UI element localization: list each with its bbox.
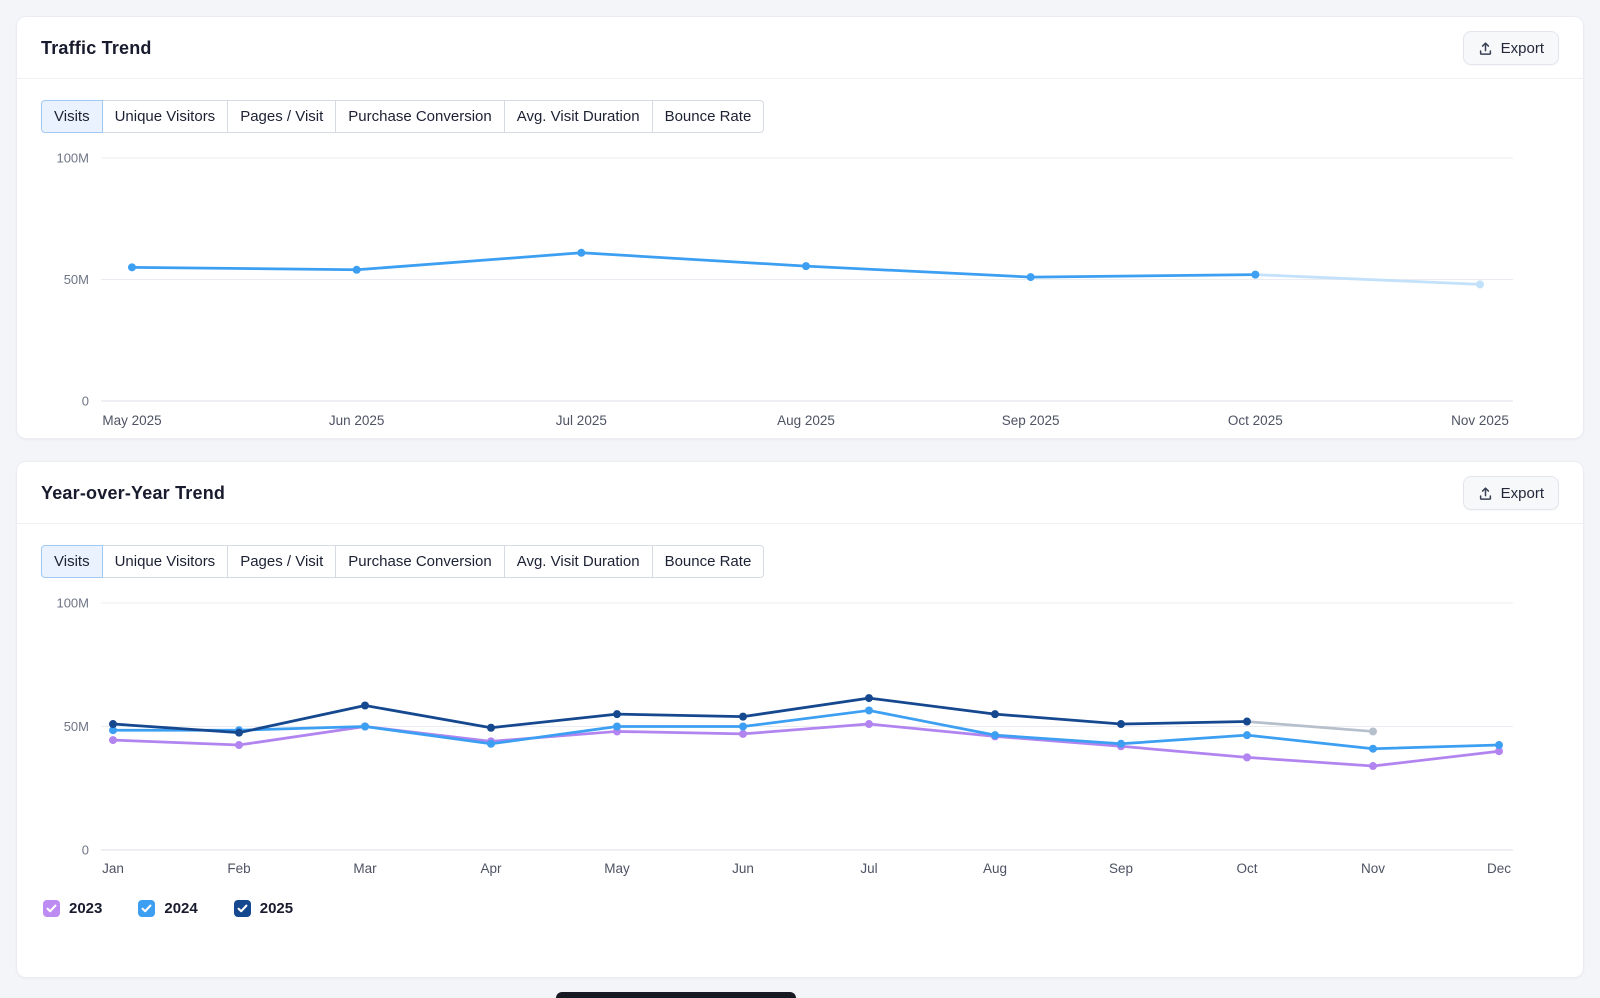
tab-bounce-rate[interactable]: Bounce Rate (652, 100, 765, 133)
svg-text:Nov: Nov (1361, 861, 1385, 876)
bottom-cutoff-overlay (556, 992, 796, 998)
svg-text:100M: 100M (56, 596, 89, 611)
tab-unique-visitors[interactable]: Unique Visitors (102, 545, 229, 578)
svg-text:Dec: Dec (1487, 861, 1511, 876)
svg-text:Jul: Jul (860, 861, 877, 876)
svg-text:May: May (604, 861, 630, 876)
svg-text:Sep 2025: Sep 2025 (1002, 413, 1060, 428)
legend-label: 2023 (69, 900, 102, 917)
svg-text:Sep: Sep (1109, 861, 1133, 876)
svg-text:Feb: Feb (227, 861, 250, 876)
export-button-traffic[interactable]: Export (1463, 31, 1559, 65)
svg-text:Aug: Aug (983, 861, 1007, 876)
yoy-trend-chart: 0 50M 100M Jan Feb Mar Apr May Jun Jul Aug Sep Oct No… (17, 593, 1583, 880)
traffic-trend-card: Traffic Trend Export VisitsUnique Visito… (16, 16, 1584, 439)
export-button-label: Export (1501, 40, 1544, 57)
tab-avg-visit-duration[interactable]: Avg. Visit Duration (504, 100, 653, 133)
yoy-trend-header: Year-over-Year Trend Export (17, 462, 1583, 524)
tab-purchase-conversion[interactable]: Purchase Conversion (335, 545, 504, 578)
legend-label: 2024 (164, 900, 197, 917)
export-icon (1478, 486, 1493, 501)
traffic-trend-header: Traffic Trend Export (17, 17, 1583, 79)
legend-item-2024[interactable]: 2024 (138, 900, 197, 917)
svg-text:Nov 2025: Nov 2025 (1451, 413, 1509, 428)
legend-label: 2025 (260, 900, 293, 917)
svg-text:Oct: Oct (1236, 861, 1257, 876)
svg-text:Apr: Apr (480, 861, 502, 876)
svg-text:0: 0 (82, 394, 89, 409)
tab-visits[interactable]: Visits (41, 545, 103, 578)
svg-text:Jul 2025: Jul 2025 (556, 413, 607, 428)
export-icon (1478, 41, 1493, 56)
legend-item-2023[interactable]: 2023 (43, 900, 102, 917)
traffic-trend-title: Traffic Trend (41, 38, 152, 59)
svg-text:Aug 2025: Aug 2025 (777, 413, 835, 428)
svg-text:0: 0 (82, 843, 89, 858)
yoy-trend-title: Year-over-Year Trend (41, 483, 225, 504)
export-button-yoy[interactable]: Export (1463, 476, 1559, 510)
metric-tabs-traffic: VisitsUnique VisitorsPages / VisitPurcha… (41, 100, 764, 133)
metric-tabs-yoy: VisitsUnique VisitorsPages / VisitPurcha… (41, 545, 764, 578)
svg-text:50M: 50M (64, 272, 89, 287)
export-button-label: Export (1501, 485, 1544, 502)
traffic-trend-chart: 0 50M 100M May 2025 Jun 2025 Jul 2025 Aug 2025… (17, 148, 1583, 433)
yoy-legend: 2023 2024 2025 (43, 900, 1583, 917)
checkbox-checked-icon[interactable] (138, 900, 155, 917)
svg-text:Oct 2025: Oct 2025 (1228, 413, 1283, 428)
tab-pages-visit[interactable]: Pages / Visit (227, 100, 336, 133)
svg-text:Jan: Jan (102, 861, 124, 876)
tab-unique-visitors[interactable]: Unique Visitors (102, 100, 229, 133)
tab-avg-visit-duration[interactable]: Avg. Visit Duration (504, 545, 653, 578)
checkbox-checked-icon[interactable] (43, 900, 60, 917)
checkbox-checked-icon[interactable] (234, 900, 251, 917)
svg-text:Jun: Jun (732, 861, 754, 876)
tab-bounce-rate[interactable]: Bounce Rate (652, 545, 765, 578)
svg-text:Mar: Mar (353, 861, 377, 876)
tab-purchase-conversion[interactable]: Purchase Conversion (335, 100, 504, 133)
svg-text:50M: 50M (64, 719, 89, 734)
yoy-trend-card: Year-over-Year Trend Export VisitsUnique… (16, 461, 1584, 978)
svg-text:May 2025: May 2025 (102, 413, 161, 428)
tab-pages-visit[interactable]: Pages / Visit (227, 545, 336, 578)
svg-text:Jun 2025: Jun 2025 (329, 413, 385, 428)
tab-visits[interactable]: Visits (41, 100, 103, 133)
legend-item-2025[interactable]: 2025 (234, 900, 293, 917)
svg-text:100M: 100M (56, 151, 89, 166)
